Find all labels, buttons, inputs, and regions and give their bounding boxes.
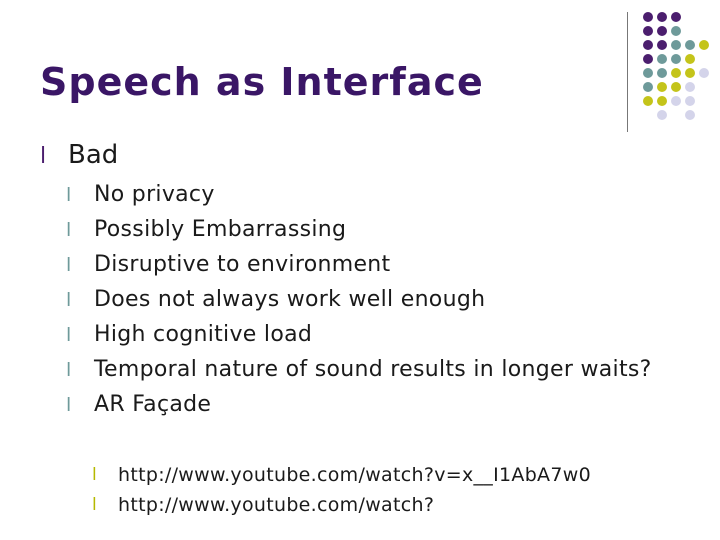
bullet-level1-label: Bad — [68, 140, 119, 170]
decorative-dot — [685, 40, 695, 50]
slide: Speech as Interface l Bad l No privacy l… — [0, 0, 720, 540]
decorative-dot — [685, 110, 695, 120]
decorative-dot — [671, 82, 681, 92]
list-item-text: Disruptive to environment — [94, 252, 391, 277]
list-item-text: Possibly Embarrassing — [94, 217, 347, 242]
bullet-level1-bad: l Bad — [40, 140, 118, 170]
decorative-dot — [699, 40, 709, 50]
list-item-text: High cognitive load — [94, 322, 313, 347]
decorative-dot — [657, 110, 667, 120]
video-link[interactable]: http://www.youtube.com/watch? — [118, 492, 652, 518]
decorative-dot — [685, 68, 695, 78]
list-item: l Disruptive to environment — [66, 250, 686, 280]
decorative-dot — [643, 96, 653, 106]
list-item: l No privacy — [66, 180, 686, 210]
decorative-dot — [657, 12, 667, 22]
decorative-dot — [643, 26, 653, 36]
decorative-dot — [671, 54, 681, 64]
list-item: l Possibly Embarrassing — [66, 215, 686, 245]
list-item-text: Temporal nature of sound results in long… — [94, 357, 652, 382]
list-item: l AR Façade — [66, 390, 686, 420]
bullet-marker: l — [40, 144, 47, 169]
decorative-dot — [657, 40, 667, 50]
decorative-dot — [685, 82, 695, 92]
decorative-dot — [643, 54, 653, 64]
decorative-dot — [671, 96, 681, 106]
bullet-marker: l — [92, 465, 98, 485]
list-item: l http://www.youtube.com/watch?v=x__I1Ab… — [92, 462, 652, 488]
list-item-text: No privacy — [94, 182, 215, 207]
decorative-dot — [671, 26, 681, 36]
list-item: l http://www.youtube.com/watch? — [92, 492, 652, 518]
bullet-marker: l — [66, 184, 72, 206]
decorative-dot — [671, 12, 681, 22]
decorative-dot — [671, 40, 681, 50]
bullet-marker: l — [66, 289, 72, 311]
decorative-dot — [657, 82, 667, 92]
decorative-dot — [685, 54, 695, 64]
decorative-dot — [643, 40, 653, 50]
bullet-marker: l — [66, 219, 72, 241]
decorative-dot — [657, 26, 667, 36]
bullet-marker: l — [66, 324, 72, 346]
bullet-marker: l — [92, 495, 98, 515]
level3-list: l http://www.youtube.com/watch?v=x__I1Ab… — [92, 462, 652, 522]
video-link[interactable]: http://www.youtube.com/watch?v=x__I1AbA7… — [118, 462, 652, 488]
level2-list: l No privacy l Possibly Embarrassing l D… — [66, 180, 686, 425]
decorative-dot — [657, 96, 667, 106]
decorative-dot — [657, 68, 667, 78]
decorative-dot — [685, 96, 695, 106]
list-item-text: AR Façade — [94, 392, 212, 417]
slide-title: Speech as Interface — [40, 60, 484, 104]
list-item: l Temporal nature of sound results in lo… — [66, 355, 686, 385]
bullet-marker: l — [66, 254, 72, 276]
decorative-dot — [643, 82, 653, 92]
decorative-dot — [657, 54, 667, 64]
decorative-dot — [699, 68, 709, 78]
list-item: l High cognitive load — [66, 320, 686, 350]
bullet-marker: l — [66, 359, 72, 381]
decorative-dot — [643, 12, 653, 22]
bullet-marker: l — [66, 394, 72, 416]
decorative-vertical-rule — [627, 12, 628, 132]
list-item-text: Does not always work well enough — [94, 287, 486, 312]
list-item: l Does not always work well enough — [66, 285, 686, 315]
decorative-dot — [643, 68, 653, 78]
decorative-dot — [671, 68, 681, 78]
